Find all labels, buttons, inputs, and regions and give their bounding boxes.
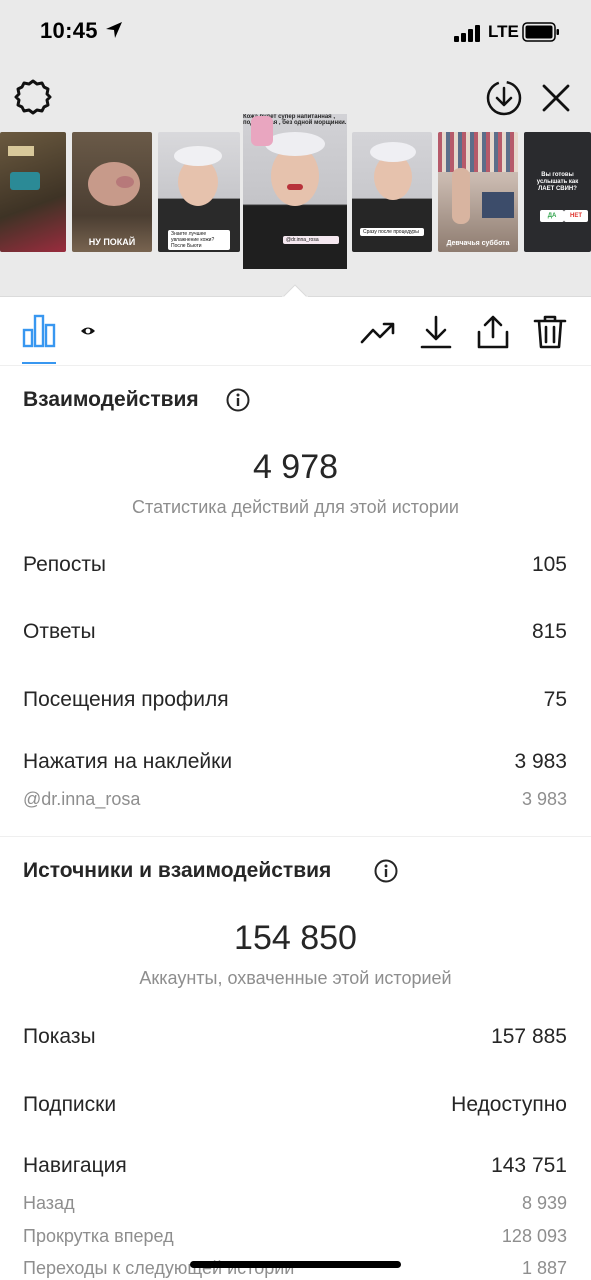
download-icon[interactable]: [418, 314, 454, 350]
poll-yes: ДА: [540, 210, 564, 222]
story-caption: НУ ПОКАЙ: [88, 237, 136, 248]
cap-shape: [174, 146, 222, 166]
interactions-subtitle: Статистика действий для этой истории: [132, 497, 459, 517]
sticker-mention-label: @dr.inna_rosa: [23, 789, 141, 809]
metric-value: Недоступно: [451, 1093, 567, 1116]
story-caption: Знаете лучшее увлажнение кожи? После Бью…: [168, 230, 230, 250]
metric-value: 3 983: [514, 750, 567, 773]
navigation-sub-value: 8 939: [521, 1193, 567, 1213]
eye-icon[interactable]: [80, 324, 96, 338]
trending-up-icon[interactable]: [360, 314, 396, 350]
metric-value: 105: [531, 553, 567, 576]
story-caption: Сразу после процедуры: [360, 228, 424, 236]
metric-label: Посещения профиля: [23, 688, 229, 711]
navigation-sub-label: Прокрутка вперед: [23, 1226, 174, 1246]
reach-total: 154 850: [234, 919, 357, 957]
story-thumbnail[interactable]: Девчачья суббота: [438, 132, 518, 252]
story-thumbnail[interactable]: Сразу после процедуры: [352, 132, 432, 252]
clothes-rack-shape: [438, 132, 518, 172]
pig-snout: [116, 176, 134, 188]
navigation-sub-label: Назад: [23, 1193, 75, 1213]
close-icon[interactable]: [538, 80, 574, 116]
download-circle-icon[interactable]: [484, 78, 524, 118]
bar-chart-icon[interactable]: [22, 314, 56, 348]
info-icon[interactable]: [226, 388, 250, 412]
metric-label: Показы: [23, 1025, 96, 1048]
active-tab-indicator: [22, 362, 56, 364]
cap-shape: [265, 132, 325, 156]
story-thumbnail[interactable]: Знаете лучшее увлажнение кожи? После Бью…: [158, 132, 240, 252]
story-thumbnail[interactable]: Вы готовы услышать как ЛАЕТ СВИН? ДА НЕТ: [524, 132, 591, 252]
story-thumbnail-selected[interactable]: @dr.inna_rosa Кожа будет супер напитанна…: [243, 114, 347, 269]
story-thumbnail[interactable]: [0, 132, 66, 252]
metric-value: 143 751: [491, 1154, 567, 1177]
metric-label: Подписки: [23, 1093, 117, 1116]
share-icon[interactable]: [475, 314, 511, 350]
navigation-sub-value: 128 093: [501, 1226, 567, 1246]
location-arrow-icon: [106, 22, 122, 38]
mention-sticker: @dr.inna_rosa: [283, 236, 339, 244]
network-label: LTE: [488, 22, 519, 41]
mug-shape: [10, 172, 40, 190]
metric-label: Ответы: [23, 620, 96, 643]
metric-value: 75: [543, 688, 567, 711]
interactions-total: 4 978: [252, 448, 339, 486]
box-shape: [482, 192, 514, 218]
signal-icon: [454, 24, 482, 42]
metric-value: 157 885: [491, 1025, 567, 1048]
story-caption: Девчачья суббота: [446, 239, 510, 247]
battery-icon: [522, 22, 559, 42]
lips-shape: [287, 184, 303, 190]
cap-shape: [370, 142, 416, 162]
navigation-sub-value: 1 887: [521, 1258, 567, 1278]
reach-subtitle: Аккаунты, охваченные этой историей: [139, 968, 452, 988]
sticker-shape: [8, 146, 34, 156]
trash-icon[interactable]: [532, 314, 568, 350]
story-caption: Вы готовы услышать как ЛАЕТ СВИН?: [536, 172, 579, 193]
metric-label: Нажатия на наклейки: [23, 750, 233, 773]
poll-no: НЕТ: [564, 210, 588, 222]
section-title-discovery: Источники и взаимодействия: [23, 859, 332, 882]
glove-shape: [251, 116, 273, 146]
insights-panel: [0, 296, 591, 1280]
section-divider: [0, 836, 591, 837]
sticker-mention-value: 3 983: [521, 789, 567, 809]
section-title-interactions: Взаимодействия: [23, 388, 199, 411]
home-indicator[interactable]: [190, 1261, 401, 1268]
metric-value: 815: [531, 620, 567, 643]
status-time: 10:45: [40, 18, 98, 43]
story-thumbnail[interactable]: НУ ПОКАЙ: [72, 132, 152, 252]
metric-label: Навигация: [23, 1154, 127, 1177]
gear-icon[interactable]: [12, 76, 54, 118]
metric-label: Репосты: [23, 553, 107, 576]
info-icon[interactable]: [374, 859, 398, 883]
person-shape: [452, 168, 470, 224]
